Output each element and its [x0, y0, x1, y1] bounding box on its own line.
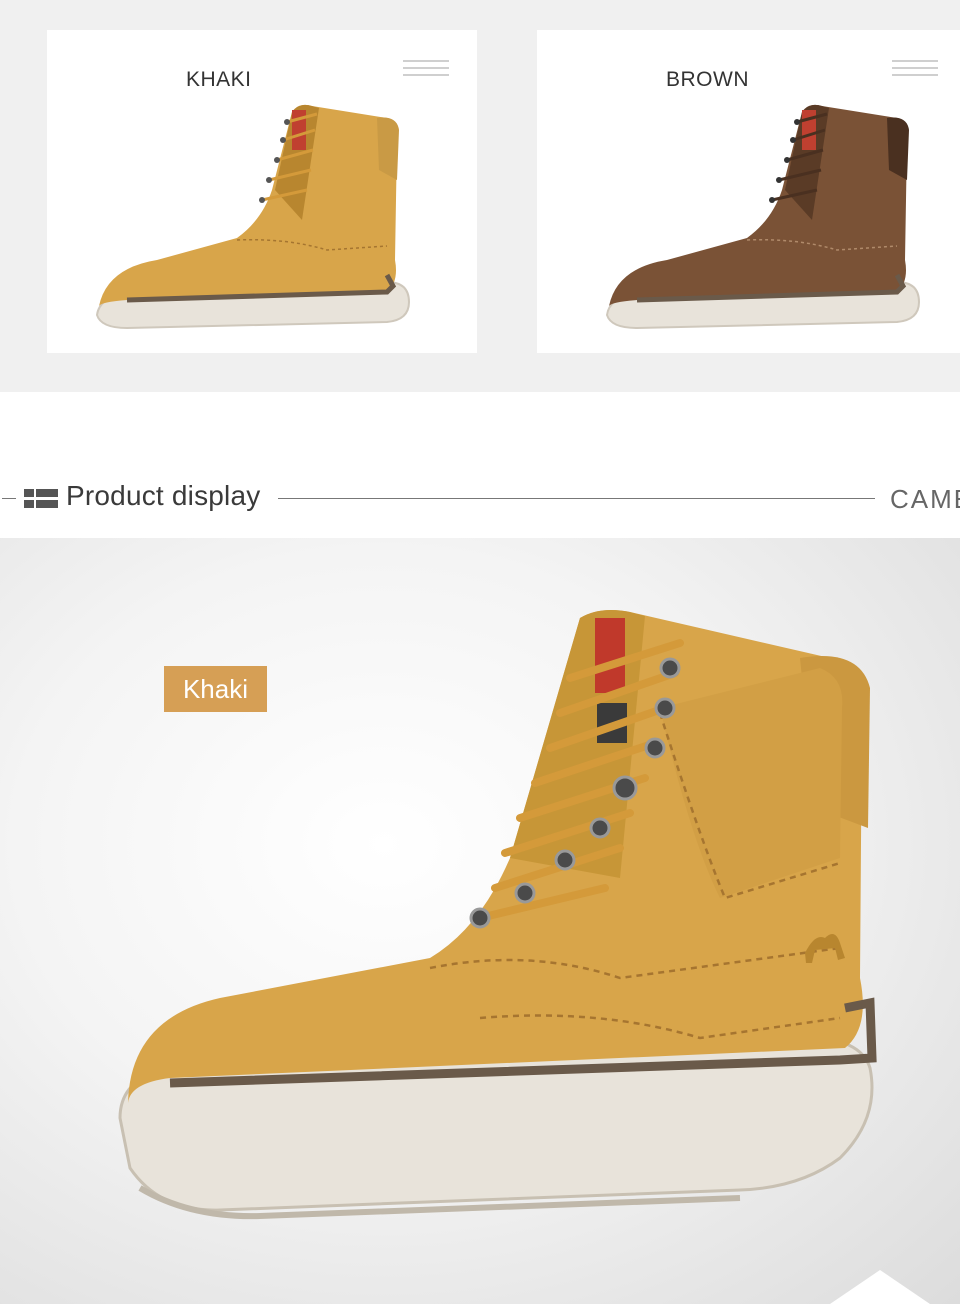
boot-image-brown — [605, 104, 921, 330]
corner-arrow-icon — [830, 1270, 930, 1304]
variant-card-brown[interactable]: BROWN — [537, 30, 960, 353]
variant-card-khaki[interactable]: KHAKI — [47, 30, 477, 353]
header-divider-left — [2, 498, 16, 499]
product-display-panel: Khaki — [0, 538, 960, 1304]
boot-image-large — [118, 610, 877, 1220]
boot-image-khaki — [95, 104, 411, 330]
header-divider — [278, 498, 875, 499]
brand-name: CAMEL — [890, 484, 960, 514]
section-header: Product display CAMEL — [0, 470, 960, 530]
grid-list-icon — [24, 489, 58, 508]
color-variants-band: KHAKI BROWN — [0, 0, 960, 392]
section-title: Product display — [66, 480, 261, 511]
